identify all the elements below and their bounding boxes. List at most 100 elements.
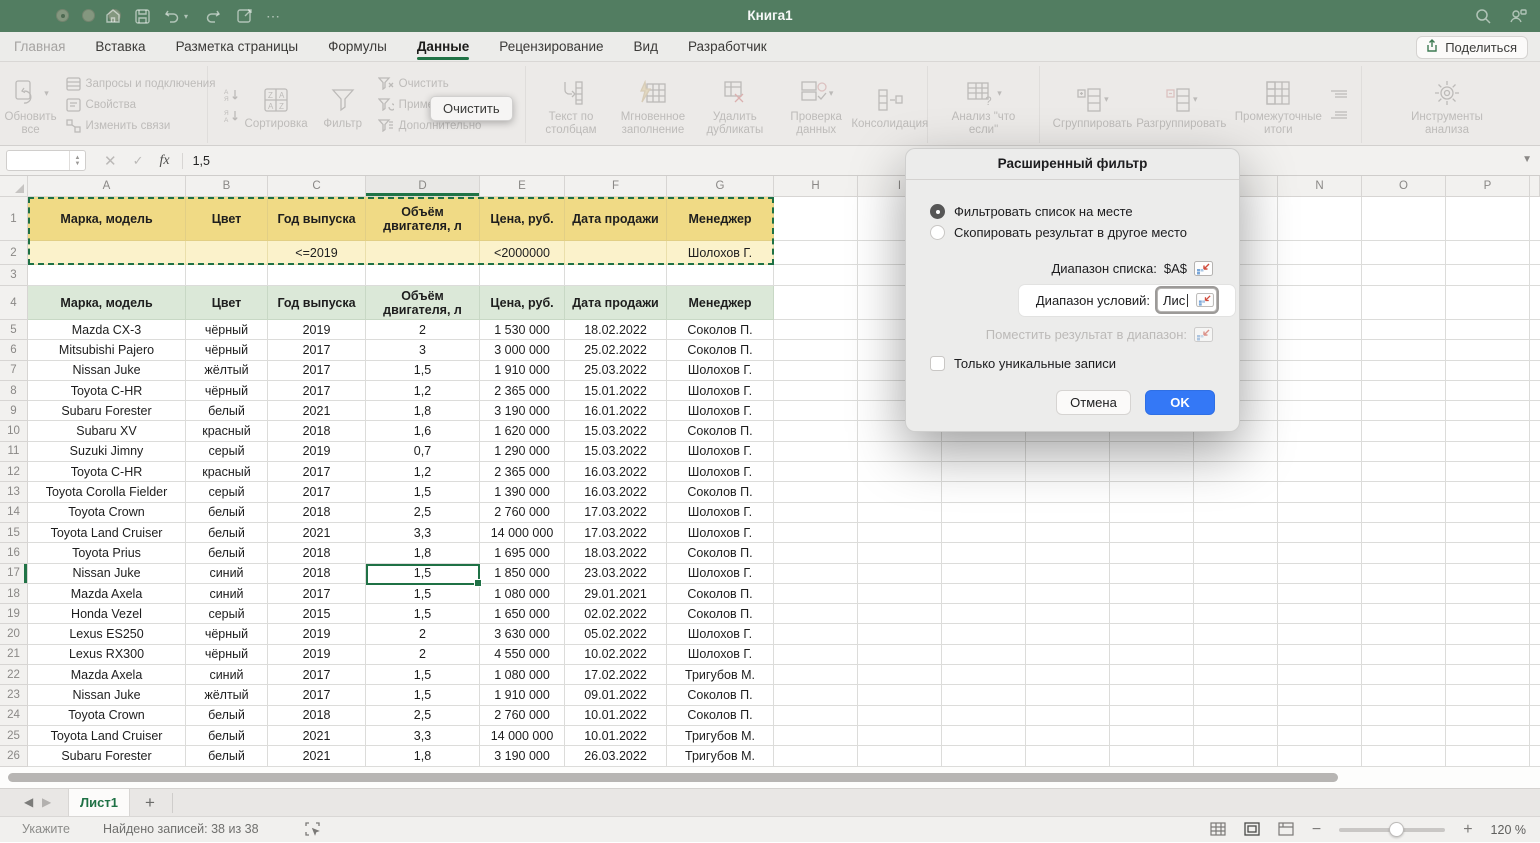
cell-M12[interactable] — [1194, 462, 1278, 482]
cell-G17[interactable]: Шолохов Г. — [667, 564, 774, 584]
cell-E19[interactable]: 1 650 000 — [480, 604, 565, 624]
cell-J21[interactable] — [942, 645, 1026, 665]
cell-H4[interactable] — [774, 286, 858, 320]
cell-B4[interactable]: Цвет — [186, 286, 268, 320]
cell-K15[interactable] — [1026, 523, 1110, 543]
cell-G14[interactable]: Шолохов Г. — [667, 503, 774, 523]
cell-L19[interactable] — [1110, 604, 1194, 624]
cell-K22[interactable] — [1026, 665, 1110, 685]
cell-P5[interactable] — [1446, 320, 1530, 340]
cell-D3[interactable] — [366, 265, 480, 286]
cell-D15[interactable]: 3,3 — [366, 523, 480, 543]
cell-H1[interactable] — [774, 197, 858, 241]
cell-O17[interactable] — [1362, 564, 1446, 584]
ok-button[interactable]: OK — [1145, 390, 1215, 415]
cell-D8[interactable]: 1,2 — [366, 381, 480, 401]
cell-B24[interactable]: белый — [186, 706, 268, 726]
cell-N6[interactable] — [1278, 340, 1362, 360]
cell-D17[interactable]: 1,5 — [366, 564, 480, 584]
cell-G13[interactable]: Соколов П. — [667, 482, 774, 502]
cell-L13[interactable] — [1110, 482, 1194, 502]
cell-F21[interactable]: 10.02.2022 — [565, 645, 667, 665]
cell-C18[interactable]: 2017 — [268, 584, 366, 604]
cell-J16[interactable] — [942, 543, 1026, 563]
cell-A8[interactable]: Toyota C-HR — [28, 381, 186, 401]
row-header-7[interactable]: 7 — [0, 361, 28, 381]
cell-J14[interactable] — [942, 503, 1026, 523]
cell-F13[interactable]: 16.03.2022 — [565, 482, 667, 502]
ribbon-button-Удалить дубликаты[interactable]: Удалить дубликаты — [696, 72, 774, 137]
cell-M20[interactable] — [1194, 624, 1278, 644]
cell-O18[interactable] — [1362, 584, 1446, 604]
cell-N11[interactable] — [1278, 442, 1362, 462]
ribbon-button-Консолидация[interactable]: Консолидация — [859, 79, 921, 131]
cell-O23[interactable] — [1362, 685, 1446, 705]
ribbon-button-Анализ "что если"[interactable]: ?▾Анализ "что если" — [936, 72, 1032, 137]
cell-A18[interactable]: Mazda Axela — [28, 584, 186, 604]
cell-L11[interactable] — [1110, 442, 1194, 462]
cell-P16[interactable] — [1446, 543, 1530, 563]
cell-H2[interactable] — [774, 241, 858, 265]
cell-B2[interactable] — [186, 241, 268, 265]
cell-P19[interactable] — [1446, 604, 1530, 624]
cell-N4[interactable] — [1278, 286, 1362, 320]
row-header-18[interactable]: 18 — [0, 584, 28, 604]
cell-I19[interactable] — [858, 604, 942, 624]
cell-P18[interactable] — [1446, 584, 1530, 604]
cell-E21[interactable]: 4 550 000 — [480, 645, 565, 665]
column-header-G[interactable]: G — [667, 176, 774, 197]
cell-L15[interactable] — [1110, 523, 1194, 543]
ribbon-tab-Формулы[interactable]: Формулы — [328, 32, 387, 62]
cell-C14[interactable]: 2018 — [268, 503, 366, 523]
cell-D1[interactable]: Объём двигателя, л — [366, 197, 480, 241]
cell-F10[interactable]: 15.03.2022 — [565, 421, 667, 441]
cell-J18[interactable] — [942, 584, 1026, 604]
ribbon-button-Промежуточные итоги[interactable]: Промежуточные итоги — [1230, 72, 1326, 137]
cell-A6[interactable]: Mitsubishi Pajero — [28, 340, 186, 360]
cell-F12[interactable]: 16.03.2022 — [565, 462, 667, 482]
cell-O16[interactable] — [1362, 543, 1446, 563]
cell-J20[interactable] — [942, 624, 1026, 644]
cell-B17[interactable]: синий — [186, 564, 268, 584]
cell-F26[interactable]: 26.03.2022 — [565, 746, 667, 766]
cell-N22[interactable] — [1278, 665, 1362, 685]
grid-view-icon[interactable] — [1210, 822, 1226, 839]
cell-O5[interactable] — [1362, 320, 1446, 340]
row-header-23[interactable]: 23 — [0, 685, 28, 705]
cell-B21[interactable]: чёрный — [186, 645, 268, 665]
cell-A1[interactable]: Марка, модель — [28, 197, 186, 241]
cell-E12[interactable]: 2 365 000 — [480, 462, 565, 482]
cell-J25[interactable] — [942, 726, 1026, 746]
cell-J13[interactable] — [942, 482, 1026, 502]
cell-B9[interactable]: белый — [186, 401, 268, 421]
cell-N13[interactable] — [1278, 482, 1362, 502]
cell-D19[interactable]: 1,5 — [366, 604, 480, 624]
cell-B22[interactable]: синий — [186, 665, 268, 685]
cell-N1[interactable] — [1278, 197, 1362, 241]
cell-J12[interactable] — [942, 462, 1026, 482]
row-header-20[interactable]: 20 — [0, 624, 28, 644]
cell-A22[interactable]: Mazda Axela — [28, 665, 186, 685]
cell-D21[interactable]: 2 — [366, 645, 480, 665]
cell-I24[interactable] — [858, 706, 942, 726]
cell-H11[interactable] — [774, 442, 858, 462]
cell-P6[interactable] — [1446, 340, 1530, 360]
cell-D7[interactable]: 1,5 — [366, 361, 480, 381]
cell-L17[interactable] — [1110, 564, 1194, 584]
cell-P15[interactable] — [1446, 523, 1530, 543]
cell-M16[interactable] — [1194, 543, 1278, 563]
cell-H7[interactable] — [774, 361, 858, 381]
cell-P26[interactable] — [1446, 746, 1530, 766]
cell-P12[interactable] — [1446, 462, 1530, 482]
ribbon-button-Изменить связи[interactable]: Изменить связи — [66, 117, 216, 135]
cell-M26[interactable] — [1194, 746, 1278, 766]
ribbon-tab-Главная[interactable]: Главная — [14, 32, 65, 62]
cell-H16[interactable] — [774, 543, 858, 563]
cell-K19[interactable] — [1026, 604, 1110, 624]
cell-G16[interactable]: Соколов П. — [667, 543, 774, 563]
cell-C6[interactable]: 2017 — [268, 340, 366, 360]
cell-L26[interactable] — [1110, 746, 1194, 766]
row-header-16[interactable]: 16 — [0, 543, 28, 563]
cell-N21[interactable] — [1278, 645, 1362, 665]
name-box[interactable]: ▲▼ — [6, 150, 86, 171]
